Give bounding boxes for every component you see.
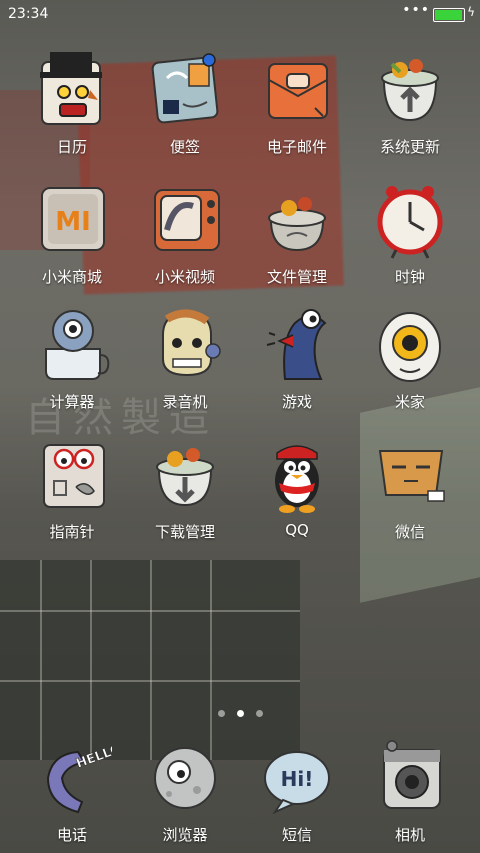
app-game[interactable]: 游戏	[247, 305, 347, 415]
qq-icon	[257, 435, 337, 515]
app-label: 下载管理	[154, 523, 215, 541]
app-download-manager[interactable]: 下载管理	[135, 435, 235, 545]
recorder-icon	[145, 305, 225, 385]
app-calculator[interactable]: 计算器	[22, 305, 122, 415]
dock-browser[interactable]: 浏览器	[135, 738, 235, 848]
status-bar: 23:34 ••• ϟ	[0, 0, 480, 28]
app-label: 浏览器	[162, 826, 208, 844]
app-label: 计算器	[49, 393, 95, 411]
notes-icon	[145, 50, 225, 130]
mi-store-icon: MI	[32, 180, 112, 260]
app-recorder[interactable]: 录音机	[135, 305, 235, 415]
mijia-icon	[370, 305, 450, 385]
app-compass[interactable]: 指南针	[22, 435, 122, 545]
sms-icon: Hi!	[257, 738, 337, 818]
game-icon	[257, 305, 337, 385]
signal-icon: •••	[402, 2, 430, 18]
app-label: 电话	[56, 826, 87, 844]
app-calendar[interactable]: 日历	[22, 50, 122, 160]
status-time: 23:34	[8, 6, 49, 22]
app-label: 时钟	[394, 268, 425, 286]
app-label: 录音机	[162, 393, 208, 411]
app-qq[interactable]: QQ	[247, 435, 347, 545]
camera-icon	[370, 738, 450, 818]
dock-camera[interactable]: 相机	[360, 738, 460, 848]
page-indicator[interactable]	[0, 702, 480, 721]
page-dot[interactable]	[255, 710, 263, 717]
charging-icon: ϟ	[467, 5, 475, 19]
page-dot-active[interactable]	[236, 710, 244, 717]
hi-text: Hi!	[281, 767, 314, 791]
wechat-icon	[370, 435, 450, 515]
page-dot[interactable]	[217, 710, 225, 717]
app-label: 系统更新	[379, 138, 440, 156]
mi-video-icon	[145, 180, 225, 260]
app-label: 电子邮件	[266, 138, 327, 156]
app-clock[interactable]: 时钟	[360, 180, 460, 290]
app-label: QQ	[285, 521, 309, 539]
app-file-manager[interactable]: 文件管理	[247, 180, 347, 290]
battery-icon	[433, 8, 465, 22]
clock-icon	[370, 180, 450, 260]
app-label: 微信	[394, 523, 425, 541]
wallpaper-chalkboard	[0, 560, 300, 760]
phone-icon: HELLO	[32, 738, 124, 818]
app-notes[interactable]: 便签	[135, 50, 235, 160]
mi-logo: MI	[55, 207, 91, 237]
system-update-icon	[370, 50, 450, 130]
app-label: 短信	[281, 826, 312, 844]
file-manager-icon	[257, 180, 337, 260]
dock-phone[interactable]: HELLO 电话	[22, 738, 124, 848]
app-label: 文件管理	[266, 268, 327, 286]
app-label: 日历	[56, 138, 87, 156]
compass-icon	[32, 435, 112, 515]
calculator-icon	[32, 305, 112, 385]
app-label: 游戏	[281, 393, 312, 411]
app-mi-video[interactable]: 小米视频	[135, 180, 235, 290]
browser-icon	[145, 738, 225, 818]
app-email[interactable]: 电子邮件	[247, 50, 347, 160]
app-label: 便签	[169, 138, 200, 156]
app-label: 小米商城	[41, 268, 102, 286]
app-wechat[interactable]: 微信	[360, 435, 460, 545]
app-system-update[interactable]: 系统更新	[360, 50, 460, 160]
email-icon	[257, 50, 337, 130]
dock-sms[interactable]: Hi! 短信	[247, 738, 347, 848]
app-mi-store[interactable]: MI 小米商城	[22, 180, 122, 290]
app-label: 小米视频	[154, 268, 215, 286]
app-label: 指南针	[49, 523, 95, 541]
app-mijia[interactable]: 米家	[360, 305, 460, 415]
download-manager-icon	[145, 435, 225, 515]
calendar-icon	[32, 50, 112, 130]
app-label: 相机	[394, 826, 425, 844]
hello-text: HELLO	[74, 742, 112, 772]
app-label: 米家	[394, 393, 425, 411]
